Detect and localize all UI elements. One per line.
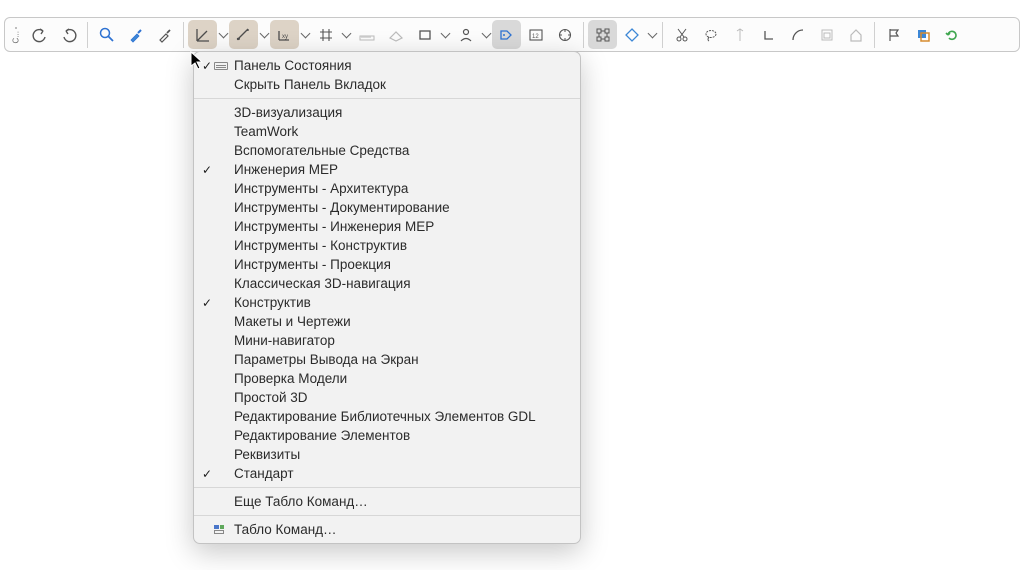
- nodes-button[interactable]: [588, 20, 617, 49]
- rotate-button[interactable]: [617, 20, 646, 49]
- menu-item[interactable]: Инструменты - Документирование: [194, 198, 580, 217]
- dimension-tool-button[interactable]: [229, 20, 258, 49]
- check-icon: ✓: [200, 467, 214, 481]
- window-button[interactable]: [812, 20, 841, 49]
- arc-button[interactable]: [783, 20, 812, 49]
- toolbar-separator: [662, 22, 663, 48]
- toolbar-separator: [183, 22, 184, 48]
- menu-item[interactable]: Макеты и Чертежи: [194, 312, 580, 331]
- menu-item[interactable]: Проверка Модели: [194, 369, 580, 388]
- toolbar-separator: [87, 22, 88, 48]
- panel-icon: [214, 62, 234, 70]
- rect-button[interactable]: [410, 20, 439, 49]
- angle-tool-button[interactable]: [188, 20, 217, 49]
- zoom-tool-button[interactable]: [92, 20, 121, 49]
- check-icon: ✓: [200, 163, 214, 177]
- menu-item[interactable]: Инструменты - Конструктив: [194, 236, 580, 255]
- menu-item[interactable]: ✓Инженерия MEP: [194, 160, 580, 179]
- check-icon: ✓: [200, 296, 214, 310]
- menu-item[interactable]: 3D-визуализация: [194, 103, 580, 122]
- eyedropper-button[interactable]: [121, 20, 150, 49]
- svg-text:12: 12: [532, 34, 539, 40]
- toolbar-separator: [874, 22, 875, 48]
- rect-dropdown[interactable]: [439, 20, 451, 49]
- user-button[interactable]: [451, 20, 480, 49]
- redo-button[interactable]: [54, 20, 83, 49]
- undo-button[interactable]: [25, 20, 54, 49]
- menu-item[interactable]: Редактирование Элементов: [194, 426, 580, 445]
- compass-button[interactable]: [550, 20, 579, 49]
- toolbar-grip[interactable]: C...: [9, 20, 23, 49]
- menu-item[interactable]: Вспомогательные Средства: [194, 141, 580, 160]
- menu-item-status-panel[interactable]: ✓ Панель Состояния: [194, 56, 580, 75]
- menu-item[interactable]: Реквизиты: [194, 445, 580, 464]
- menu-item[interactable]: Простой 3D: [194, 388, 580, 407]
- layers-button[interactable]: [908, 20, 937, 49]
- toolbars-icon: [214, 525, 234, 535]
- home-button[interactable]: [841, 20, 870, 49]
- menu-item[interactable]: Инструменты - Инженерия MEP: [194, 217, 580, 236]
- rotate-dropdown[interactable]: [646, 20, 658, 49]
- user-dropdown[interactable]: [480, 20, 492, 49]
- flag-button[interactable]: [879, 20, 908, 49]
- calendar-button[interactable]: 12: [521, 20, 550, 49]
- toolbar-grip-label: C...: [12, 32, 21, 44]
- menu-item[interactable]: Параметры Вывода на Экран: [194, 350, 580, 369]
- menu-item[interactable]: ✓Конструктив: [194, 293, 580, 312]
- inject-button[interactable]: [150, 20, 179, 49]
- menu-item-hide-tabs[interactable]: Скрыть Панель Вкладок: [194, 75, 580, 94]
- coord-tool-dropdown[interactable]: [299, 20, 311, 49]
- lasso-button[interactable]: [696, 20, 725, 49]
- menu-item-toolbars-dialog[interactable]: Табло Команд…: [194, 520, 580, 539]
- menu-separator: [194, 98, 580, 99]
- angle-tool-dropdown[interactable]: [217, 20, 229, 49]
- check-icon: ✓: [200, 59, 214, 73]
- menu-item[interactable]: ✓Стандарт: [194, 464, 580, 483]
- svg-text:xy: xy: [282, 34, 288, 40]
- menu-item[interactable]: Инструменты - Проекция: [194, 255, 580, 274]
- ruler-button[interactable]: [352, 20, 381, 49]
- dimension-tool-dropdown[interactable]: [258, 20, 270, 49]
- menu-item[interactable]: Мини-навигатор: [194, 331, 580, 350]
- refresh-button[interactable]: [937, 20, 966, 49]
- menu-item-more-toolbars[interactable]: Еще Табло Команд…: [194, 492, 580, 511]
- menu-item[interactable]: Инструменты - Архитектура: [194, 179, 580, 198]
- grid-dropdown[interactable]: [340, 20, 352, 49]
- grid-button[interactable]: [311, 20, 340, 49]
- corner-button[interactable]: [754, 20, 783, 49]
- tag-button[interactable]: [492, 20, 521, 49]
- menu-separator: [194, 515, 580, 516]
- vertical-guide-button[interactable]: [725, 20, 754, 49]
- menu-item[interactable]: Классическая 3D-навигация: [194, 274, 580, 293]
- plane-button[interactable]: [381, 20, 410, 49]
- coord-tool-button[interactable]: xy: [270, 20, 299, 49]
- toolbar-separator: [583, 22, 584, 48]
- toolbar-context-menu: ✓ Панель Состояния Скрыть Панель Вкладок…: [193, 51, 581, 544]
- main-toolbar: C... xy: [4, 17, 1020, 52]
- menu-separator: [194, 487, 580, 488]
- cut-button[interactable]: [667, 20, 696, 49]
- menu-item[interactable]: Редактирование Библиотечных Элементов GD…: [194, 407, 580, 426]
- menu-item[interactable]: TeamWork: [194, 122, 580, 141]
